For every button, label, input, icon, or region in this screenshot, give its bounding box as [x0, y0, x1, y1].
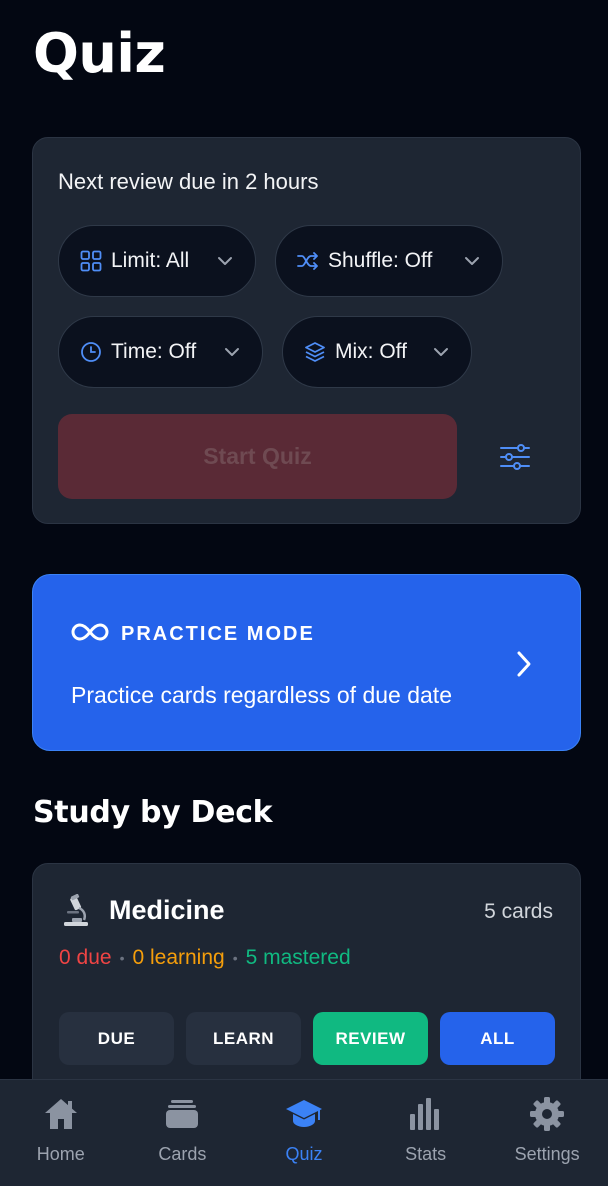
chevron-down-icon	[222, 342, 242, 362]
all-button[interactable]: ALL	[440, 1012, 555, 1065]
bottom-tab-bar: Home Cards Quiz Stats Settings	[0, 1079, 608, 1186]
time-label: Time: Off	[111, 340, 197, 363]
tab-settings[interactable]: Settings	[486, 1080, 608, 1186]
limit-label: Limit: All	[111, 249, 190, 272]
deck-name: Medicine	[109, 895, 225, 925]
tab-settings-label: Settings	[514, 1144, 580, 1164]
mix-dropdown[interactable]: Mix: Off	[282, 316, 472, 388]
clock-icon	[79, 340, 103, 364]
sliders-icon[interactable]	[496, 438, 534, 476]
separator-dot: •	[232, 950, 238, 966]
due-button[interactable]: DUE	[59, 1012, 174, 1065]
study-by-deck-title: Study by Deck	[33, 795, 273, 830]
bar-chart-icon	[406, 1094, 446, 1134]
shuffle-dropdown[interactable]: Shuffle: Off	[275, 225, 503, 297]
cards-icon	[162, 1094, 202, 1134]
start-quiz-button[interactable]: Start Quiz	[58, 414, 457, 499]
infinity-icon	[71, 622, 109, 647]
learning-count: 0 learning	[132, 946, 225, 969]
mastered-count: 5 mastered	[245, 946, 351, 969]
tab-cards[interactable]: Cards	[122, 1080, 244, 1186]
tab-quiz[interactable]: Quiz	[243, 1080, 365, 1186]
mix-label: Mix: Off	[335, 340, 407, 363]
practice-mode-header: PRACTICE MODE	[71, 622, 315, 647]
review-card: Next review due in 2 hours Limit: All Sh…	[32, 137, 581, 524]
chevron-down-icon	[462, 251, 482, 271]
gear-icon	[527, 1094, 567, 1134]
time-dropdown[interactable]: Time: Off	[58, 316, 263, 388]
deck-stats: 0 due • 0 learning • 5 mastered	[59, 946, 351, 970]
practice-mode-description: Practice cards regardless of due date	[71, 682, 452, 708]
learn-button[interactable]: LEARN	[186, 1012, 301, 1065]
chevron-down-icon	[215, 251, 235, 271]
page-title: Quiz	[33, 22, 166, 85]
shuffle-label: Shuffle: Off	[328, 249, 433, 272]
tab-home[interactable]: Home	[0, 1080, 122, 1186]
grid-icon	[79, 249, 103, 273]
review-button[interactable]: REVIEW	[313, 1012, 428, 1065]
limit-dropdown[interactable]: Limit: All	[58, 225, 256, 297]
deck-card-count: 5 cards	[484, 900, 553, 923]
shuffle-icon	[296, 249, 320, 273]
tab-home-label: Home	[36, 1144, 85, 1164]
chevron-down-icon	[431, 342, 451, 362]
microscope-icon	[59, 893, 93, 928]
practice-mode-card[interactable]: PRACTICE MODE Practice cards regardless …	[32, 574, 581, 751]
tab-cards-label: Cards	[158, 1144, 207, 1164]
layers-icon	[303, 340, 327, 364]
tab-quiz-label: Quiz	[285, 1144, 323, 1164]
tab-stats-label: Stats	[405, 1144, 447, 1164]
separator-dot: •	[119, 950, 125, 966]
next-review-text: Next review due in 2 hours	[58, 169, 319, 194]
home-icon	[41, 1094, 81, 1134]
graduation-cap-icon	[284, 1094, 324, 1134]
practice-mode-title: PRACTICE MODE	[121, 623, 315, 645]
deck-card-medicine[interactable]: Medicine 5 cards 0 due • 0 learning • 5 …	[32, 863, 581, 1103]
chevron-right-icon	[511, 649, 537, 679]
tab-stats[interactable]: Stats	[365, 1080, 487, 1186]
due-count: 0 due	[59, 946, 112, 969]
